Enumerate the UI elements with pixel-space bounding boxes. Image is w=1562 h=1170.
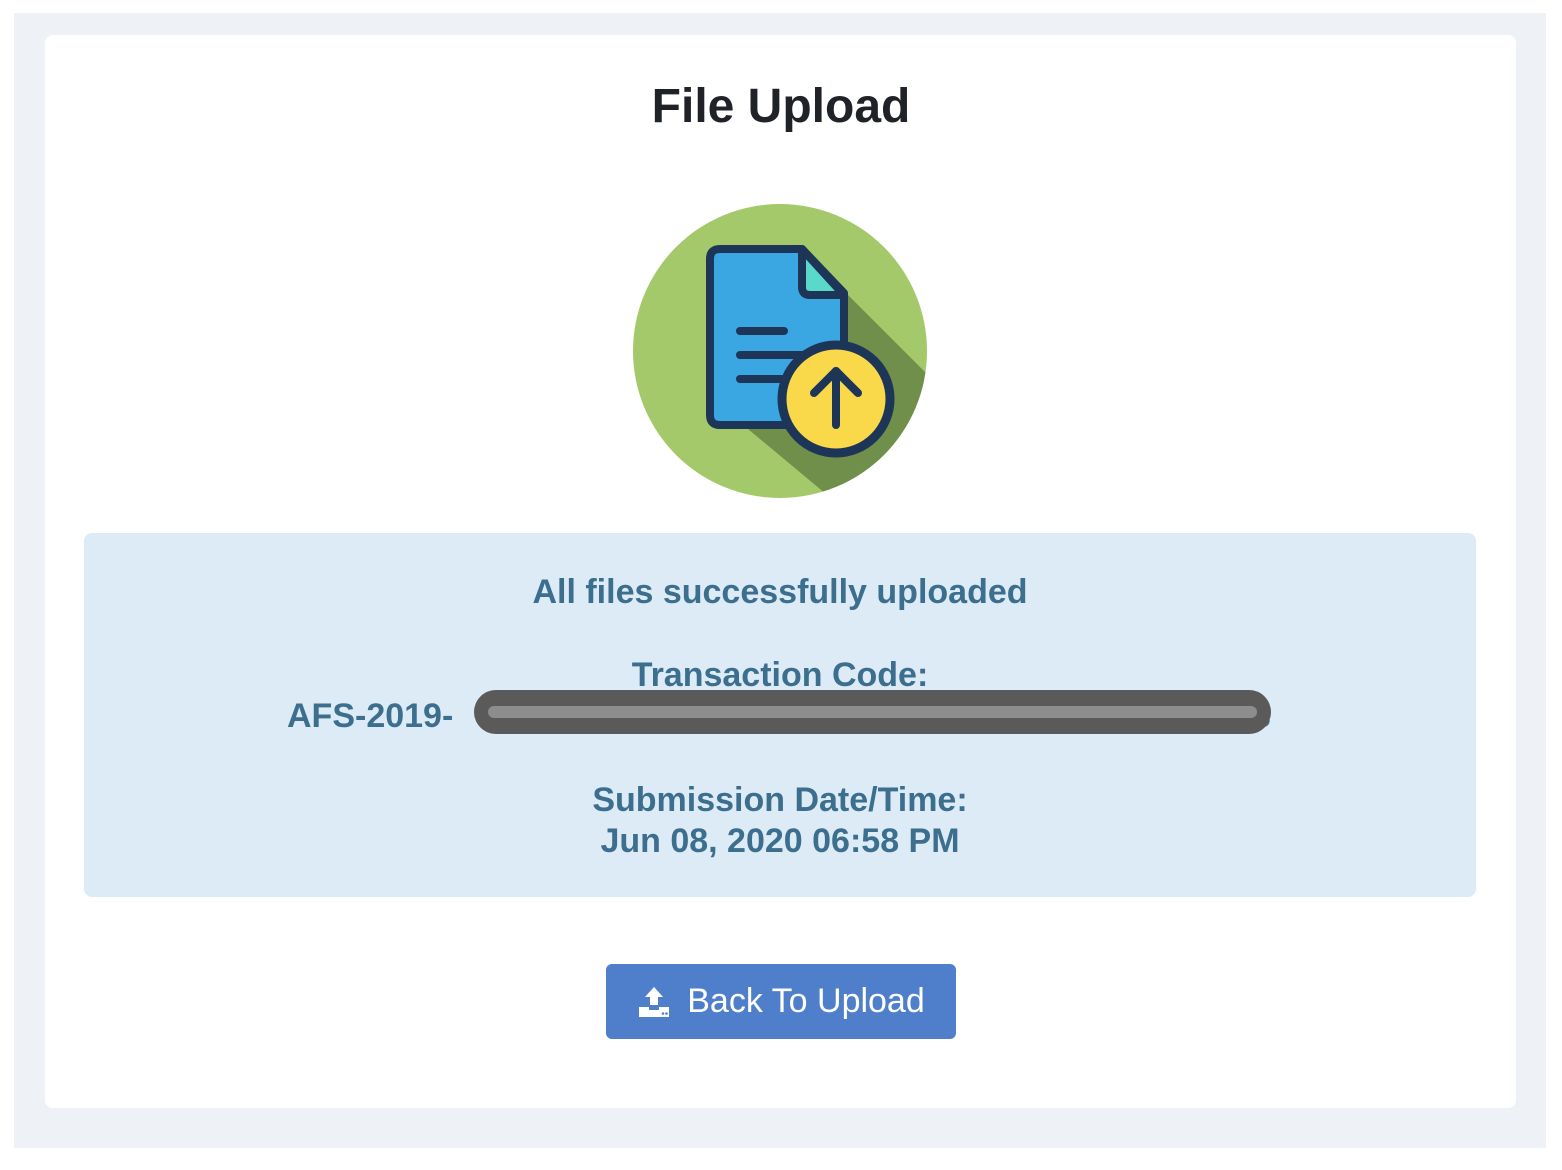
submission-datetime-value: Jun 08, 2020 06:58 PM — [600, 822, 960, 860]
redaction-bar — [474, 690, 1271, 734]
success-message: All files successfully uploaded — [532, 573, 1028, 611]
transaction-code-prefix: AFS-2019- — [287, 697, 454, 735]
upload-tray-icon — [639, 986, 670, 1017]
file-upload-icon — [633, 204, 927, 498]
back-to-upload-label: Back To Upload — [687, 982, 925, 1020]
back-to-upload-button[interactable]: Back To Upload — [606, 964, 956, 1039]
submission-datetime-label: Submission Date/Time: — [592, 781, 968, 819]
page-title: File Upload — [651, 80, 911, 133]
